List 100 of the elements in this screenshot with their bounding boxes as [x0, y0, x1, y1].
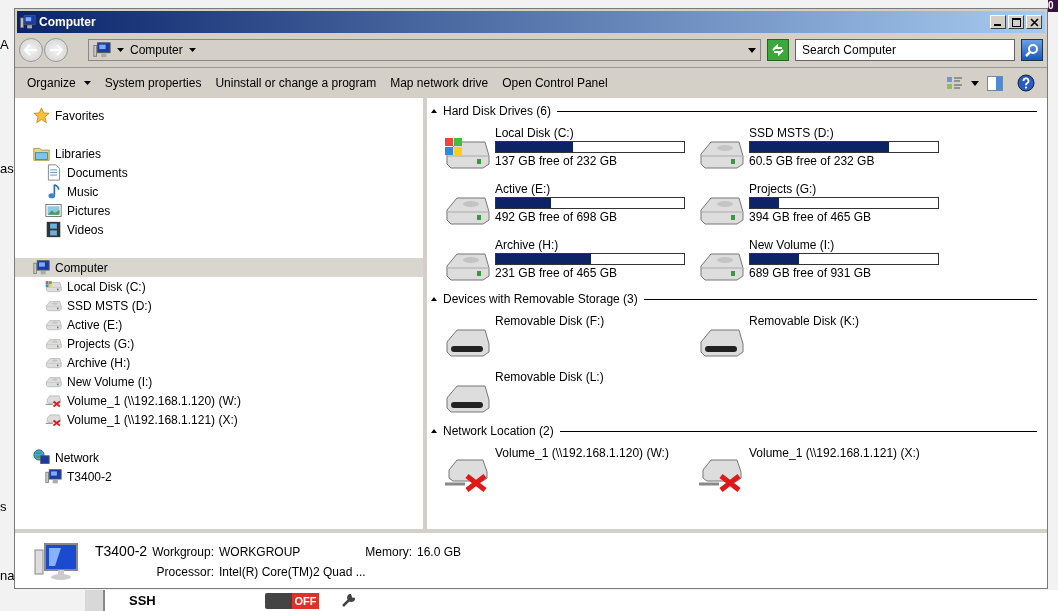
disconnected-drive-icon — [45, 393, 62, 408]
toolbar-button[interactable]: Open Control Panel — [496, 73, 614, 93]
caret-icon — [188, 48, 196, 52]
field-value: WORKGROUP — [218, 544, 301, 559]
nav-item[interactable]: Libraries — [15, 144, 423, 163]
search-button[interactable] — [1021, 39, 1043, 61]
search-field[interactable]: Search Computer — [795, 39, 1015, 61]
background-text: s — [0, 499, 7, 514]
setting-label: SSH — [129, 593, 157, 608]
nav-item[interactable]: Volume_1 (\\192.168.1.120) (W:) — [15, 391, 423, 410]
preview-pane-icon — [987, 75, 1003, 91]
drive-name[interactable]: Removable Disk (K:) — [749, 314, 860, 328]
field-label: Workgroup: — [152, 544, 214, 559]
disconnected-drive-icon — [45, 412, 62, 427]
dropdown-caret-icon[interactable] — [748, 47, 756, 53]
toolbar-button[interactable]: Organize — [21, 73, 97, 93]
toggle-switch[interactable]: OFF — [265, 592, 319, 609]
drive-name[interactable]: Removable Disk (F:) — [495, 314, 605, 328]
computer-icon — [45, 468, 62, 485]
hard-drive-icon — [45, 374, 62, 389]
forward-button[interactable] — [44, 38, 68, 62]
document-icon — [45, 164, 62, 181]
toolbar-button[interactable]: Map network drive — [384, 73, 495, 93]
nav-item[interactable]: Computer — [15, 258, 423, 277]
nav-item[interactable]: Music — [15, 182, 423, 201]
group-header[interactable]: Devices with Removable Storage (3) — [443, 292, 638, 306]
nav-item[interactable]: T3400-2 — [15, 467, 423, 486]
field-label: Memory: — [365, 544, 412, 559]
drive-name[interactable]: Projects (G:) — [749, 182, 939, 196]
maximize-icon — [1011, 17, 1021, 27]
sidebar-edge — [85, 590, 105, 611]
drive-name[interactable]: Volume_1 (\\192.168.1.121) (X:) — [749, 446, 920, 460]
drive-name[interactable]: Archive (H:) — [495, 238, 685, 252]
free-space-text: 60.5 GB free of 232 GB — [749, 154, 876, 168]
minimize-button[interactable] — [990, 15, 1006, 29]
hard-drive-icon — [45, 279, 62, 294]
nav-item[interactable]: Documents — [15, 163, 423, 182]
close-icon — [1029, 17, 1039, 27]
picture-icon — [45, 202, 62, 219]
collapse-icon[interactable] — [431, 297, 437, 301]
free-space-text: 492 GB free of 698 GB — [495, 210, 619, 224]
window-title: Computer — [39, 15, 97, 29]
hard-drive-icon — [45, 298, 62, 313]
maximize-button[interactable] — [1008, 15, 1024, 29]
background-text: as — [0, 161, 14, 176]
group-header[interactable]: Hard Disk Drives (6) — [443, 104, 551, 118]
nav-item[interactable]: Videos — [15, 220, 423, 239]
refresh-arrows-icon — [771, 44, 785, 56]
address-bar[interactable]: Computer — [88, 39, 761, 61]
toolbar-button[interactable]: Uninstall or change a program — [209, 73, 383, 93]
free-space-text: 231 GB free of 465 GB — [495, 266, 619, 280]
search-icon — [1025, 43, 1039, 57]
nav-item[interactable]: Volume_1 (\\192.168.1.121) (X:) — [15, 410, 423, 429]
computer-name: T3400-2 — [95, 542, 148, 559]
nav-item[interactable]: Favorites — [15, 106, 423, 125]
toolbar-button[interactable]: System properties — [98, 73, 208, 93]
computer-icon — [33, 259, 50, 276]
free-space-text: 137 GB free of 232 GB — [495, 154, 619, 168]
back-arrow-icon — [24, 44, 38, 56]
free-space-text: 394 GB free of 465 GB — [749, 210, 873, 224]
background-text: A — [0, 37, 9, 52]
nav-item[interactable]: Pictures — [15, 201, 423, 220]
folder-icon — [33, 145, 50, 162]
hard-drive-icon — [45, 317, 62, 332]
network-icon — [33, 449, 50, 466]
drive-name[interactable]: Local Disk (C:) — [495, 126, 685, 140]
refresh-button[interactable] — [767, 39, 789, 61]
nav-item[interactable]: New Volume (I:) — [15, 372, 423, 391]
forward-arrow-icon — [49, 44, 63, 56]
nav-item[interactable]: Archive (H:) — [15, 353, 423, 372]
nav-item[interactable]: Network — [15, 448, 423, 467]
notification-badge: 0 — [1048, 0, 1058, 12]
drive-name[interactable]: SSD MSTS (D:) — [749, 126, 939, 140]
close-button[interactable] — [1026, 15, 1042, 29]
drive-name[interactable]: Removable Disk (L:) — [495, 370, 604, 384]
star-icon — [33, 107, 50, 124]
back-button[interactable] — [19, 38, 43, 62]
caret-icon — [83, 81, 91, 85]
hard-drive-icon — [45, 336, 62, 351]
drive-name[interactable]: New Volume (I:) — [749, 238, 939, 252]
nav-item[interactable]: Active (E:) — [15, 315, 423, 334]
drive-name[interactable]: Volume_1 (\\192.168.1.120) (W:) — [495, 446, 669, 460]
collapse-icon[interactable] — [431, 109, 437, 113]
field-value: Intel(R) Core(TM)2 Quad ... — [218, 564, 367, 579]
group-header[interactable]: Network Location (2) — [443, 424, 554, 438]
free-space-text: 689 GB free of 931 GB — [749, 266, 873, 280]
caret-icon[interactable] — [971, 80, 979, 86]
film-icon — [45, 221, 62, 238]
collapse-icon[interactable] — [431, 429, 437, 433]
breadcrumb[interactable]: Computer — [130, 43, 183, 57]
details-view-icon — [947, 76, 963, 90]
nav-item[interactable]: Local Disk (C:) — [15, 277, 423, 296]
field-value: 16.0 GB — [417, 544, 461, 559]
caret-icon — [117, 48, 124, 52]
nav-item[interactable]: SSD MSTS (D:) — [15, 296, 423, 315]
background-text: na — [0, 568, 15, 583]
wrench-icon[interactable] — [341, 593, 355, 608]
nav-item[interactable]: Projects (G:) — [15, 334, 423, 353]
computer-icon — [93, 41, 111, 59]
drive-name[interactable]: Active (E:) — [495, 182, 685, 196]
